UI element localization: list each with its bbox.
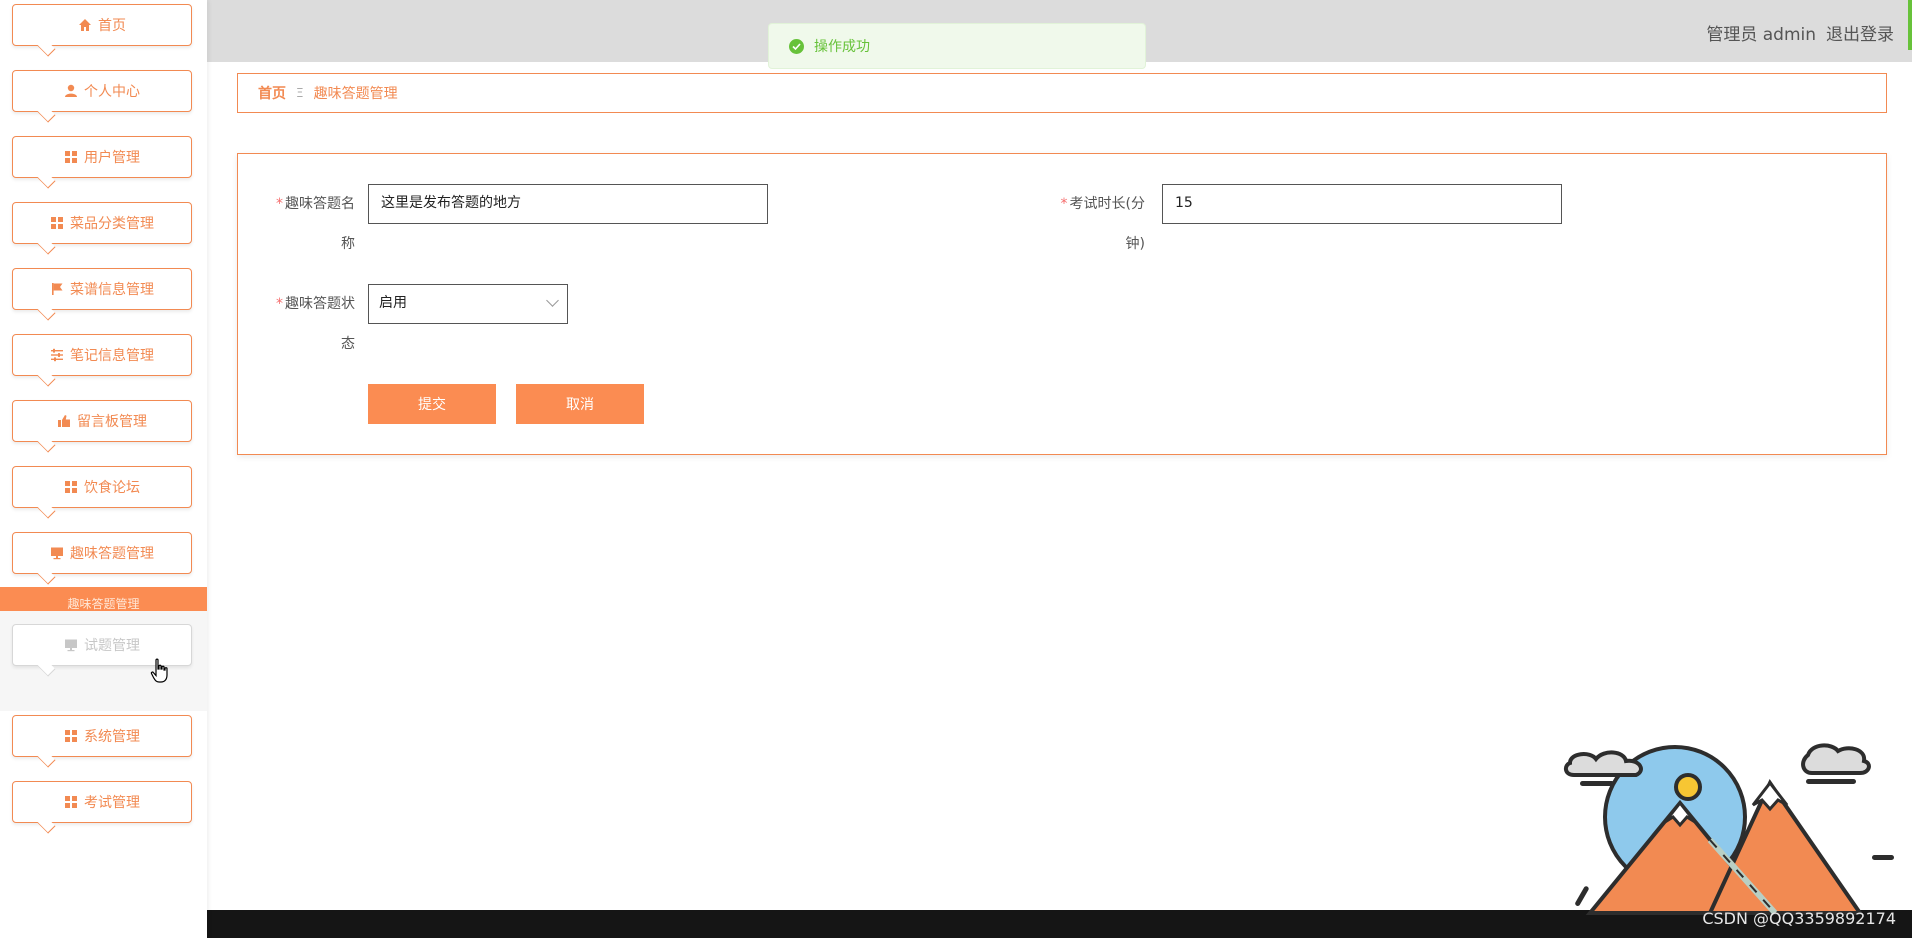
breadcrumb: 首页 Ξ 趣味答题管理 [237,73,1887,113]
success-toast: 操作成功 [768,23,1146,69]
user-area: 管理员 admin 退出登录 [1706,20,1894,45]
sidebar-item-label: 首页 [98,18,126,34]
exam-duration-label-line2: 钟) [1125,236,1145,252]
sidebar-item-label: 笔记信息管理 [70,348,154,364]
grid-icon [50,216,64,230]
logout-link[interactable]: 退出登录 [1826,20,1894,45]
sidebar-item-label: 系统管理 [84,729,140,745]
quiz-status-label-line2: 态 [341,336,355,352]
sidebar-item-messageboard[interactable]: 留言板管理 [12,400,192,442]
active-submenu-strip[interactable]: 趣味答题管理 [0,587,207,611]
quiz-form: * 趣味答题名 称 这里是发布答题的地方 * 考试时长(分 钟) 15 * 趣味答题状… [237,153,1887,455]
sidebar-item-recipe[interactable]: 菜谱信息管理 [12,268,192,310]
cancel-button[interactable]: 取消 [516,384,644,424]
exam-duration-input[interactable]: 15 [1162,184,1562,224]
quiz-name-label-line1: 趣味答题名 [285,196,355,212]
quiz-status-label: * 趣味答题状 [265,284,355,324]
required-mark: * [1060,196,1068,212]
sidebar-item-label: 趣味答题管理 [70,546,154,562]
grid-icon [64,480,78,494]
grid-icon [64,795,78,809]
quiz-status-label-line1: 趣味答题状 [285,296,355,312]
sidebar-item-exam[interactable]: 考试管理 [12,781,192,823]
sidebar-item-system[interactable]: 系统管理 [12,715,192,757]
hand-cursor-icon [150,658,168,683]
sidebar-item-notes[interactable]: 笔记信息管理 [12,334,192,376]
watermark-text: CSDN @QQ3359892174 [1702,909,1896,928]
submit-button[interactable]: 提交 [368,384,496,424]
quiz-name-input[interactable]: 这里是发布答题的地方 [368,184,768,224]
thumb-icon [57,414,71,428]
breadcrumb-current: 趣味答题管理 [313,86,398,102]
quiz-name-label-line2: 称 [341,236,355,252]
sidebar-item-dish-category[interactable]: 菜品分类管理 [12,202,192,244]
user-icon [64,84,78,98]
quiz-name-label: * 趣味答题名 [265,184,355,224]
mountain-illustration [1563,743,1894,915]
active-submenu-label: 趣味答题管理 [67,597,140,611]
required-mark: * [276,296,283,312]
current-user: 管理员 admin [1706,25,1816,45]
quiz-status-value: 启用 [379,295,407,311]
grid-icon [64,729,78,743]
monitor-icon [50,546,64,560]
required-mark: * [276,196,283,212]
monitor-icon [64,638,78,652]
sidebar-item-label: 个人中心 [84,84,140,100]
sidebar-item-forum[interactable]: 饮食论坛 [12,466,192,508]
sidebar: 首页 个人中心 用户管理 菜品分类管理 菜谱信息管理 笔记信息管理 留言板管理 … [0,0,207,938]
edge-indicator [1908,0,1912,50]
sidebar-item-quiz[interactable]: 趣味答题管理 [12,532,192,574]
exam-duration-label: * 考试时长(分 [1055,184,1145,224]
sidebar-item-profile[interactable]: 个人中心 [12,70,192,112]
sidebar-item-label: 试题管理 [84,638,140,654]
grid-icon [64,150,78,164]
check-circle-icon [789,38,804,54]
exam-duration-label-line1: 考试时长(分 [1069,196,1145,212]
sidebar-item-home[interactable]: 首页 [12,4,192,46]
sidebar-item-label: 菜品分类管理 [70,216,154,232]
home-icon [78,18,92,32]
sidebar-item-label: 用户管理 [84,150,140,166]
sidebar-item-label: 考试管理 [84,795,140,811]
sidebar-item-label: 饮食论坛 [84,480,140,496]
toast-message: 操作成功 [814,39,870,55]
sidebar-item-label: 菜谱信息管理 [70,282,154,298]
breadcrumb-home[interactable]: 首页 [258,83,286,103]
flag-icon [50,282,64,296]
sidebar-item-users[interactable]: 用户管理 [12,136,192,178]
chevron-down-icon [546,294,559,307]
sidebar-item-label: 留言板管理 [77,414,147,430]
sliders-icon [50,348,64,362]
quiz-status-select[interactable]: 启用 [368,284,568,324]
breadcrumb-separator: Ξ [296,86,304,100]
